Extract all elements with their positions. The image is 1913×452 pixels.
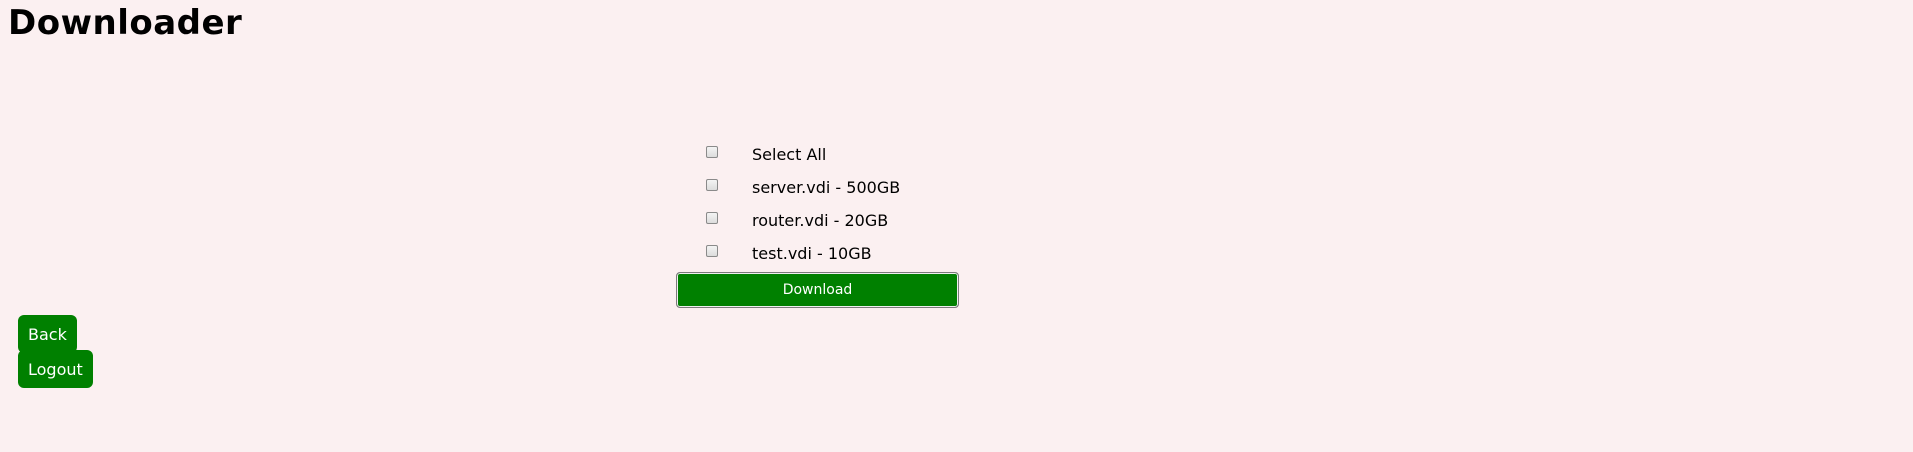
file-label-test: test.vdi - 10GB xyxy=(752,244,872,263)
logout-button[interactable]: Logout xyxy=(18,350,93,388)
file-label-server: server.vdi - 500GB xyxy=(752,178,901,197)
file-checkbox-router[interactable] xyxy=(706,212,718,224)
file-label-router: router.vdi - 20GB xyxy=(752,211,889,230)
file-checkbox-test[interactable] xyxy=(706,245,718,257)
file-list: Select All server.vdi - 500GB router.vdi… xyxy=(704,141,964,273)
select-all-label: Select All xyxy=(752,145,827,164)
back-button[interactable]: Back xyxy=(18,315,77,353)
file-row-test: test.vdi - 10GB xyxy=(704,240,964,273)
download-button[interactable]: Download xyxy=(676,272,959,308)
file-checkbox-server[interactable] xyxy=(706,179,718,191)
select-all-row: Select All xyxy=(704,141,964,174)
file-row-router: router.vdi - 20GB xyxy=(704,207,964,240)
select-all-checkbox[interactable] xyxy=(706,146,718,158)
file-row-server: server.vdi - 500GB xyxy=(704,174,964,207)
page-title: Downloader xyxy=(8,3,243,43)
